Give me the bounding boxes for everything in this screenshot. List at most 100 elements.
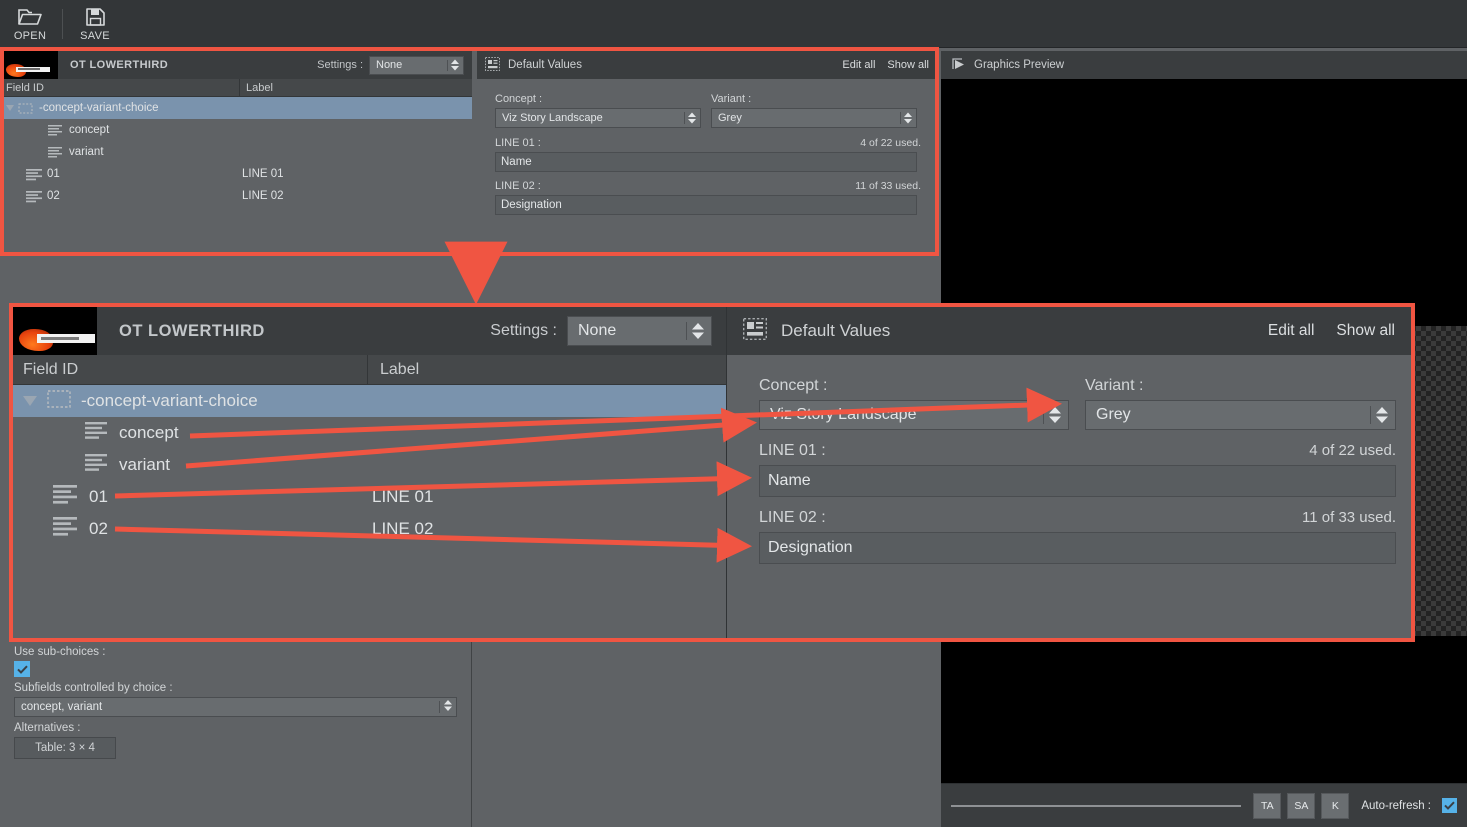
- table-row[interactable]: -concept-variant-choice: [13, 385, 726, 417]
- settings-dropdown[interactable]: None: [567, 316, 712, 346]
- ta-button-label: TA: [1261, 799, 1274, 812]
- concept-dropdown-value: Viz Story Landscape: [770, 406, 917, 423]
- sa-button-label: SA: [1294, 799, 1309, 812]
- default-values-actions: Edit all Show all: [1268, 322, 1395, 340]
- variant-label: Variant :: [1085, 377, 1144, 394]
- row-label: LINE 02: [372, 519, 434, 538]
- table-row[interactable]: 01 LINE 01: [13, 481, 726, 513]
- field-properties-panel: Concept Use sub-choices : Subfields cont…: [0, 622, 472, 827]
- template-title: OT LOWERTHIRD: [119, 321, 265, 340]
- line02-value: Designation: [768, 539, 853, 556]
- table-row[interactable]: concept: [13, 417, 726, 449]
- line01-counter: 4 of 22 used.: [1309, 442, 1396, 459]
- concept-dropdown[interactable]: Viz Story Landscape: [759, 400, 1069, 430]
- line02-label: LINE 02 :: [759, 509, 826, 526]
- row-field-id: 01: [89, 487, 108, 506]
- callout-highlight-top: [0, 47, 939, 256]
- use-subchoices-checkbox[interactable]: [14, 661, 30, 677]
- open-button[interactable]: OPEN: [0, 1, 60, 47]
- edit-all-link[interactable]: Edit all: [1268, 322, 1315, 340]
- magnified-callout-overlay: OT LOWERTHIRD Settings : None Field ID L…: [9, 303, 1415, 642]
- row-field-id: 02: [89, 519, 108, 538]
- line02-input[interactable]: Designation: [759, 532, 1396, 564]
- line02-label-row: LINE 02 : 11 of 33 used.: [759, 509, 1396, 532]
- concept-field-group: Concept : Viz Story Landscape: [759, 377, 1069, 430]
- ta-button[interactable]: TA: [1253, 792, 1282, 819]
- text-lines-icon: [53, 517, 77, 541]
- text-lines-icon: [53, 485, 77, 509]
- save-button[interactable]: SAVE: [65, 1, 125, 47]
- table-row[interactable]: 02 LINE 02: [13, 513, 726, 545]
- alternatives-table-label: Table: 3 × 4: [35, 742, 95, 754]
- field-list-column-headers: Field ID Label: [13, 355, 726, 385]
- line01-input[interactable]: Name: [759, 465, 1396, 497]
- dropdown-divider: [439, 701, 440, 713]
- table-row[interactable]: variant: [13, 449, 726, 481]
- column-header-field-id: Field ID: [13, 355, 368, 384]
- empty-center-area: [476, 652, 940, 827]
- folder-open-icon: [17, 6, 43, 28]
- thumbnail-lowerthird-text: [41, 337, 79, 340]
- row-field-id: -concept-variant-choice: [81, 391, 258, 410]
- line01-value: Name: [768, 472, 811, 489]
- variant-dropdown-value: Grey: [1096, 406, 1131, 423]
- chevron-updown-icon: [1048, 404, 1062, 426]
- dropdown-divider: [1043, 406, 1044, 424]
- sa-button[interactable]: SA: [1287, 792, 1316, 819]
- line01-label: LINE 01 :: [759, 442, 826, 459]
- line02-counter: 11 of 33 used.: [1302, 509, 1396, 526]
- row-field-id: concept: [119, 423, 179, 442]
- alternatives-table-button[interactable]: Table: 3 × 4: [14, 737, 116, 759]
- subfields-dropdown-value: concept, variant: [21, 701, 103, 713]
- subfields-label: Subfields controlled by choice :: [14, 682, 173, 694]
- auto-refresh-checkbox[interactable]: [1442, 798, 1457, 813]
- use-subchoices-label: Use sub-choices :: [14, 646, 106, 658]
- alternatives-label: Alternatives :: [14, 722, 81, 734]
- k-button-label: K: [1331, 799, 1339, 812]
- save-button-label: SAVE: [80, 29, 110, 42]
- default-values-title: Default Values: [781, 321, 891, 340]
- magnified-panel-header: OT LOWERTHIRD Settings : None: [13, 307, 726, 355]
- graphics-preview-title: Graphics Preview: [974, 59, 1065, 71]
- settings-area: Settings : None: [490, 316, 726, 346]
- chevron-updown-icon: [691, 320, 705, 342]
- graphics-preview-header: Graphics Preview: [941, 51, 1467, 79]
- concept-variant-row: Concept : Viz Story Landscape Variant :: [759, 377, 1396, 430]
- main-toolbar: OPEN SAVE: [0, 0, 1467, 48]
- column-header-label: Label: [380, 360, 420, 378]
- preview-timeline-slider[interactable]: [951, 804, 1242, 807]
- default-values-header: Default Values Edit all Show all: [727, 307, 1411, 355]
- template-thumbnail: [13, 307, 97, 355]
- k-button[interactable]: K: [1321, 792, 1350, 819]
- settings-dropdown-value: None: [578, 322, 617, 339]
- line01-field-group: LINE 01 : 4 of 22 used. Name: [759, 442, 1396, 497]
- magnified-default-values-panel: Default Values Edit all Show all Concept…: [727, 307, 1411, 638]
- auto-refresh-label: Auto-refresh :: [1361, 799, 1431, 812]
- expand-caret-icon[interactable]: [13, 394, 47, 408]
- magnified-field-panel: OT LOWERTHIRD Settings : None Field ID L…: [13, 307, 726, 638]
- floppy-disk-icon: [82, 6, 108, 28]
- variant-dropdown[interactable]: Grey: [1085, 400, 1396, 430]
- line02-field-group: LINE 02 : 11 of 33 used. Designation: [759, 509, 1396, 564]
- subfields-dropdown[interactable]: concept, variant: [14, 697, 457, 717]
- preview-play-icon: [951, 57, 966, 74]
- variant-field-group: Variant : Grey: [1085, 377, 1396, 430]
- chevron-updown-icon: [1375, 404, 1389, 426]
- line01-label-row: LINE 01 : 4 of 22 used.: [759, 442, 1396, 465]
- field-list-tree: -concept-variant-choice concept variant …: [13, 385, 726, 545]
- default-values-icon: [742, 317, 768, 345]
- preview-footer-controls: TA SA K Auto-refresh :: [941, 783, 1467, 827]
- show-all-link[interactable]: Show all: [1336, 322, 1395, 340]
- row-label: LINE 01: [372, 487, 434, 506]
- text-lines-icon: [85, 454, 107, 476]
- default-values-body: Concept : Viz Story Landscape Variant :: [727, 355, 1411, 564]
- dropdown-divider: [686, 322, 687, 340]
- text-lines-icon: [85, 422, 107, 444]
- row-field-id: variant: [119, 455, 171, 474]
- dropdown-divider: [1370, 406, 1371, 424]
- concept-label: Concept :: [759, 377, 828, 394]
- open-button-label: OPEN: [13, 29, 47, 42]
- settings-label: Settings :: [490, 322, 557, 339]
- application-window: OPEN SAVE OT LOWERTHIRD Settings: None …: [0, 0, 1467, 827]
- dashed-box-icon: [47, 389, 71, 413]
